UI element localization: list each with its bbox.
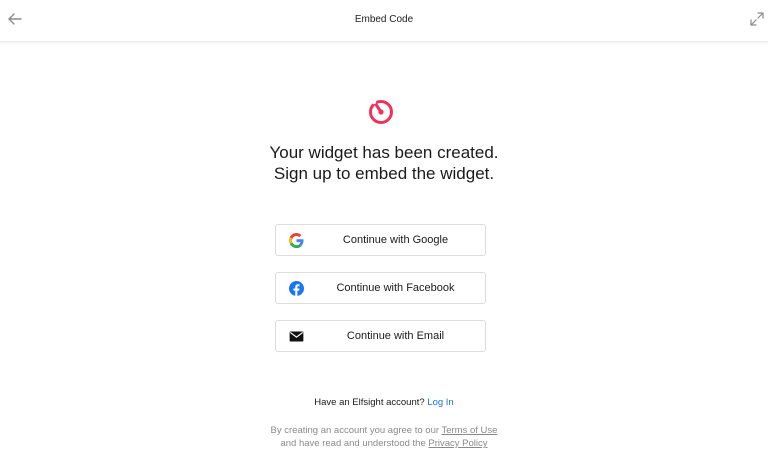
expand-button[interactable] bbox=[748, 10, 766, 28]
terms-of-use-link[interactable]: Terms of Use bbox=[441, 425, 497, 436]
terms-line-2: and have read and understood the Privacy… bbox=[0, 437, 768, 450]
header-bar: Embed Code bbox=[0, 0, 768, 42]
page-title: Embed Code bbox=[354, 14, 414, 25]
expand-icon bbox=[750, 12, 764, 26]
have-account-row: Have an Elfsight account? Log In bbox=[0, 397, 768, 408]
google-button-label: Continue with Google bbox=[342, 234, 449, 246]
facebook-button-label: Continue with Facebook bbox=[336, 282, 455, 294]
headline-line-1: Your widget has been created. bbox=[269, 143, 499, 162]
facebook-icon bbox=[289, 281, 304, 296]
headline-line-2: Sign up to embed the widget. bbox=[273, 164, 495, 183]
headline: Your widget has been created. Sign up to… bbox=[0, 142, 768, 184]
elfsight-logo-icon bbox=[366, 96, 396, 126]
terms-prefix: By creating an account you agree to our bbox=[270, 425, 440, 436]
continue-with-email-button[interactable]: Continue with Email bbox=[275, 320, 486, 352]
login-link[interactable]: Log In bbox=[427, 397, 453, 408]
have-account-text: Have an Elfsight account? bbox=[314, 397, 425, 408]
google-icon bbox=[289, 233, 304, 248]
privacy-policy-link[interactable]: Privacy Policy bbox=[428, 438, 487, 449]
continue-with-google-button[interactable]: Continue with Google bbox=[275, 224, 486, 256]
email-button-label: Continue with Email bbox=[346, 330, 445, 342]
envelope-icon bbox=[289, 331, 304, 342]
continue-with-facebook-button[interactable]: Continue with Facebook bbox=[275, 272, 486, 304]
terms-line-1: By creating an account you agree to our … bbox=[0, 424, 768, 437]
privacy-prefix: and have read and understood the bbox=[280, 438, 426, 449]
terms-notice: By creating an account you agree to our … bbox=[0, 424, 768, 450]
